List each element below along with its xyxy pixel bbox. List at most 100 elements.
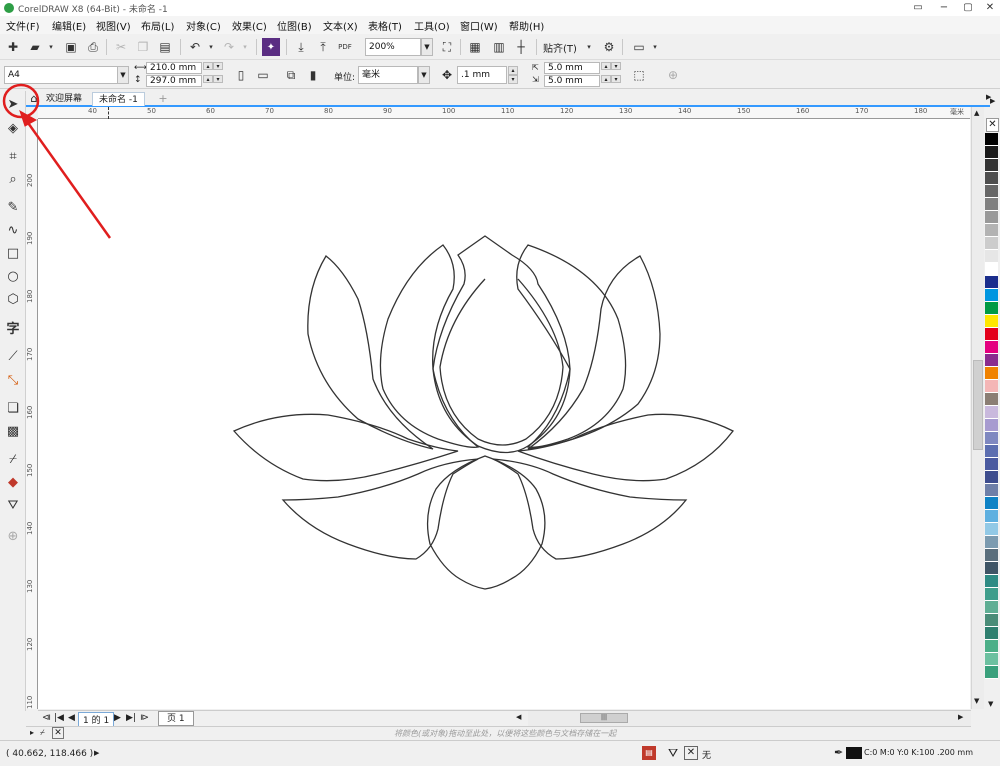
nudge-distance-field[interactable]: .1 mm (457, 66, 507, 84)
horizontal-ruler[interactable]: 40 50 60 70 80 90 100 110 120 130 140 15… (38, 107, 970, 119)
ellipse-tool-icon[interactable]: ○ (4, 267, 22, 285)
options-gear-icon[interactable]: ⚙ (600, 38, 618, 56)
export-icon[interactable]: ⤒ (314, 38, 332, 56)
full-screen-icon[interactable]: ⛶ (438, 38, 456, 56)
polygon-tool-icon[interactable]: ⬡ (4, 290, 22, 308)
duplicate-distance-x[interactable]: 5.0 mm (544, 62, 600, 74)
color-swatch[interactable] (985, 562, 998, 575)
color-swatch[interactable] (985, 419, 998, 432)
color-eyedropper-icon[interactable]: ⌿ (4, 450, 22, 468)
restore-down-small-icon[interactable]: ▭ (906, 0, 930, 16)
width-spin-icon[interactable]: ▴ (203, 62, 213, 70)
drawing-canvas[interactable] (38, 119, 970, 709)
dup-y-spin-icon[interactable]: ▴ (601, 75, 611, 83)
fill-none-swatch[interactable]: ✕ (684, 746, 698, 760)
color-swatch[interactable] (985, 315, 998, 328)
all-pages-icon[interactable]: ⧉ (282, 66, 300, 84)
paste-icon[interactable]: ▤ (156, 38, 174, 56)
new-tab-plus-icon[interactable]: + (156, 92, 170, 106)
import-icon[interactable]: ⤓ (292, 38, 310, 56)
color-swatch[interactable] (985, 198, 998, 211)
show-grid-icon[interactable]: ▥ (490, 38, 508, 56)
color-swatch[interactable] (985, 432, 998, 445)
color-swatch[interactable] (985, 458, 998, 471)
color-swatch[interactable] (985, 445, 998, 458)
show-guidelines-icon[interactable]: ┼ (512, 38, 530, 56)
color-swatch[interactable] (985, 497, 998, 510)
dup-x-spin-icon[interactable]: ▴ (601, 62, 611, 70)
menu-effects[interactable]: 效果(C) (232, 18, 267, 33)
last-page-icon[interactable]: ▶| (126, 713, 136, 723)
prev-page-first-icon[interactable]: |◀ (54, 713, 64, 723)
units-select[interactable]: 毫米 (358, 66, 418, 84)
page-counter[interactable]: 1 的 1 (78, 712, 115, 727)
search-content-icon[interactable]: ✦ (262, 38, 280, 56)
save-icon[interactable]: ▣ (62, 38, 80, 56)
menu-window[interactable]: 窗口(W) (460, 18, 498, 33)
current-page-icon[interactable]: ▮ (304, 66, 322, 84)
horizontal-scrollbar[interactable]: ||| ▶ (528, 710, 971, 726)
add-page-icon[interactable]: ⧐ (140, 713, 149, 723)
color-swatch[interactable] (985, 406, 998, 419)
zoom-level-field[interactable]: 200% (365, 38, 421, 56)
color-swatch[interactable] (985, 523, 998, 536)
duplicate-distance-y[interactable]: 5.0 mm (544, 75, 600, 87)
color-swatch[interactable] (985, 627, 998, 640)
cut-icon[interactable]: ✂ (112, 38, 130, 56)
color-swatch[interactable] (985, 549, 998, 562)
redo-dropdown-icon[interactable]: ▾ (236, 38, 254, 56)
width-spin-icon[interactable]: ▾ (213, 62, 223, 70)
color-swatch[interactable] (985, 211, 998, 224)
nudge-spin-icon[interactable]: ▾ (508, 75, 518, 84)
portrait-icon[interactable]: ▯ (232, 66, 250, 84)
text-tool-icon[interactable]: 字 (4, 318, 22, 337)
units-dropdown-icon[interactable]: ▼ (418, 66, 430, 84)
color-swatch[interactable] (985, 471, 998, 484)
color-swatch[interactable] (985, 224, 998, 237)
menu-table[interactable]: 表格(T) (368, 18, 402, 33)
snap-dropdown-icon[interactable]: ▾ (580, 38, 598, 56)
color-swatch[interactable] (985, 393, 998, 406)
color-palette[interactable] (985, 133, 998, 708)
color-swatch[interactable] (985, 328, 998, 341)
menu-object[interactable]: 对象(C) (186, 18, 221, 33)
parallel-dimension-icon[interactable]: ⟋ (4, 347, 22, 365)
add-preset-icon[interactable]: ⊕ (664, 66, 682, 84)
dup-x-spin-icon[interactable]: ▾ (611, 62, 621, 70)
close-button[interactable]: ✕ (978, 0, 1000, 16)
color-swatch[interactable] (985, 640, 998, 653)
copy-icon[interactable]: ❐ (134, 38, 152, 56)
color-swatch[interactable] (985, 237, 998, 250)
height-spin-icon[interactable]: ▴ (203, 75, 213, 83)
customize-toolbox-plus-icon[interactable]: ⊕ (4, 527, 22, 545)
color-swatch[interactable] (985, 484, 998, 497)
show-rulers-icon[interactable]: ▦ (466, 38, 484, 56)
color-swatch[interactable] (985, 601, 998, 614)
scroll-up-icon[interactable]: ▲ (974, 109, 979, 117)
connector-tool-icon[interactable]: ⤡ (4, 371, 22, 389)
color-swatch[interactable] (985, 302, 998, 315)
smart-fill-icon[interactable]: ⛛ (4, 496, 22, 514)
menu-text[interactable]: 文本(X) (323, 18, 358, 33)
height-spin-icon[interactable]: ▾ (213, 75, 223, 83)
menu-layout[interactable]: 布局(L) (141, 18, 174, 33)
palette-expand-icon[interactable]: ▼ (988, 700, 993, 708)
color-swatch[interactable] (985, 653, 998, 666)
new-document-icon[interactable]: ✚ (4, 38, 22, 56)
menu-view[interactable]: 视图(V) (96, 18, 131, 33)
snap-to-menu[interactable]: 贴齐(T) (543, 40, 577, 55)
vertical-scroll-thumb[interactable] (973, 360, 983, 450)
maximize-button[interactable]: ▢ (956, 0, 980, 16)
menu-bitmaps[interactable]: 位图(B) (277, 18, 312, 33)
color-swatch[interactable] (985, 146, 998, 159)
color-swatch[interactable] (985, 510, 998, 523)
no-color-swatch[interactable]: ✕ (52, 727, 64, 739)
color-swatch[interactable] (985, 588, 998, 601)
menu-help[interactable]: 帮助(H) (509, 18, 544, 33)
color-swatch[interactable] (985, 614, 998, 627)
landscape-icon[interactable]: ▭ (254, 66, 272, 84)
open-dropdown-arrow-icon[interactable]: ▾ (42, 38, 60, 56)
horizontal-scroll-thumb[interactable]: ||| (580, 713, 628, 723)
minimize-button[interactable]: − (932, 0, 956, 16)
color-swatch[interactable] (985, 250, 998, 263)
